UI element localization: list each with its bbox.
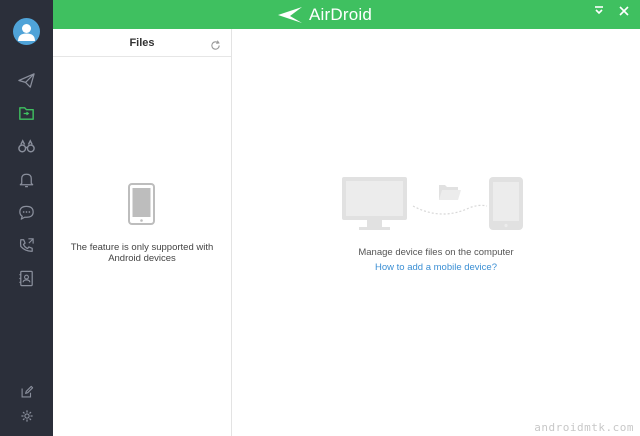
app-title: AirDroid	[309, 4, 373, 24]
files-title: Files	[129, 37, 155, 49]
gear-icon	[20, 410, 33, 422]
sidebar-item-calls[interactable]	[0, 230, 53, 260]
sidebar-item-contacts[interactable]	[0, 263, 53, 293]
smartphone-icon	[128, 183, 155, 225]
phone-call-icon	[19, 237, 34, 252]
sidebar	[0, 0, 53, 436]
sidebar-item-find-phone[interactable]	[0, 131, 53, 161]
app-logo: AirDroid	[277, 4, 372, 25]
user-avatar[interactable]	[13, 18, 40, 45]
refresh-icon	[211, 40, 220, 50]
monitor-icon	[342, 177, 407, 230]
folder-icon	[19, 106, 34, 120]
user-icon	[18, 24, 35, 41]
title-bar: AirDroid	[53, 0, 640, 29]
bell-icon	[19, 173, 34, 187]
manage-files-text: Manage device files on the computer	[358, 247, 514, 258]
edit-icon	[21, 385, 33, 398]
unsupported-message: The feature is only supported with Andro…	[58, 242, 226, 264]
sidebar-item-edit[interactable]	[0, 379, 53, 405]
contacts-icon	[19, 270, 33, 286]
minimize-button[interactable]	[592, 4, 606, 18]
sidebar-item-files[interactable]	[0, 98, 53, 128]
paper-plane-icon	[18, 72, 35, 88]
sidebar-item-transfer[interactable]	[0, 65, 53, 95]
unsupported-line-1: The feature is only supported with	[70, 242, 214, 253]
sidebar-item-settings[interactable]	[0, 403, 53, 429]
chat-bubble-icon	[19, 205, 34, 220]
phone-icon	[489, 177, 523, 230]
files-header: Files	[53, 29, 231, 57]
unsupported-line-2: Android devices	[108, 253, 176, 264]
sidebar-item-messages[interactable]	[0, 197, 53, 227]
main-content: Manage device files on the computer How …	[232, 29, 640, 436]
refresh-button[interactable]	[210, 38, 221, 50]
sidebar-item-notifications[interactable]	[0, 164, 53, 194]
close-button[interactable]	[617, 4, 631, 18]
watermark: androidmtk.com	[534, 421, 634, 434]
add-device-help-link[interactable]: How to add a mobile device?	[232, 262, 640, 273]
minimize-icon	[595, 6, 603, 15]
airdroid-logo-icon	[278, 6, 302, 23]
close-icon	[619, 6, 629, 16]
folder-transfer-icon	[439, 185, 461, 200]
files-panel: Files The feature is only supported with…	[53, 29, 232, 436]
computer-to-phone-illustration	[342, 177, 523, 230]
binoculars-icon	[18, 138, 35, 152]
